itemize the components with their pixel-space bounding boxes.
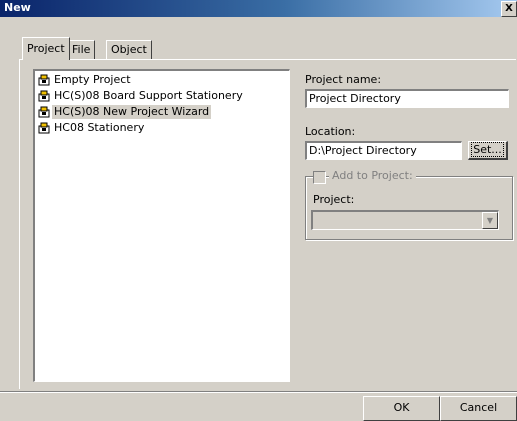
tab-file-label: File — [72, 43, 91, 56]
project-select[interactable]: ▼ — [311, 210, 499, 230]
close-icon: X — [505, 3, 513, 14]
set-location-button-label: Set... — [471, 142, 504, 157]
project-type-list[interactable]: Empty Project HC(S)08 Board Support Stat… — [33, 69, 290, 382]
add-to-project-label: Add to Project: — [329, 169, 416, 182]
project-wizard-icon — [38, 106, 50, 118]
cancel-button-label: Cancel — [459, 401, 498, 414]
list-item-label: HC(S)08 New Project Wizard — [52, 105, 212, 119]
project-stationery-icon — [38, 74, 50, 86]
set-location-button[interactable]: Set... — [468, 141, 508, 160]
project-name-label: Project name: — [305, 73, 382, 86]
project-name-input[interactable]: Project Directory — [305, 89, 509, 108]
chevron-down-icon[interactable]: ▼ — [482, 212, 498, 229]
list-item-label: HC(S)08 Board Support Stationery — [54, 89, 243, 102]
location-input[interactable]: D:\Project Directory — [305, 141, 462, 160]
window-title: New — [4, 1, 31, 14]
tab-file[interactable]: File — [67, 40, 96, 59]
list-item-empty-project[interactable]: Empty Project — [38, 73, 133, 87]
list-item-board-support-stationery[interactable]: HC(S)08 Board Support Stationery — [38, 89, 245, 103]
tab-object[interactable]: Object — [106, 40, 152, 59]
cancel-button[interactable]: Cancel — [440, 396, 517, 421]
ok-button[interactable]: OK — [363, 396, 440, 421]
tab-project[interactable]: Project — [22, 37, 70, 60]
list-item-label: Empty Project — [54, 73, 131, 86]
tab-project-label: Project — [27, 42, 65, 55]
add-to-project-group — [305, 176, 513, 240]
project-stationery-icon — [38, 122, 50, 134]
list-item-new-project-wizard[interactable]: HC(S)08 New Project Wizard — [38, 105, 212, 119]
ok-button-label: OK — [393, 401, 410, 414]
add-to-project-checkbox[interactable] — [313, 171, 326, 184]
project-select-label: Project: — [313, 193, 355, 206]
close-button[interactable]: X — [501, 1, 517, 17]
list-item-label: HC08 Stationery — [54, 121, 145, 134]
list-item-hc08-stationery[interactable]: HC08 Stationery — [38, 121, 146, 135]
location-label: Location: — [305, 125, 356, 138]
title-bar: New X — [0, 0, 517, 17]
tab-object-label: Object — [111, 43, 147, 56]
project-stationery-icon — [38, 90, 50, 102]
footer-divider — [0, 391, 517, 393]
